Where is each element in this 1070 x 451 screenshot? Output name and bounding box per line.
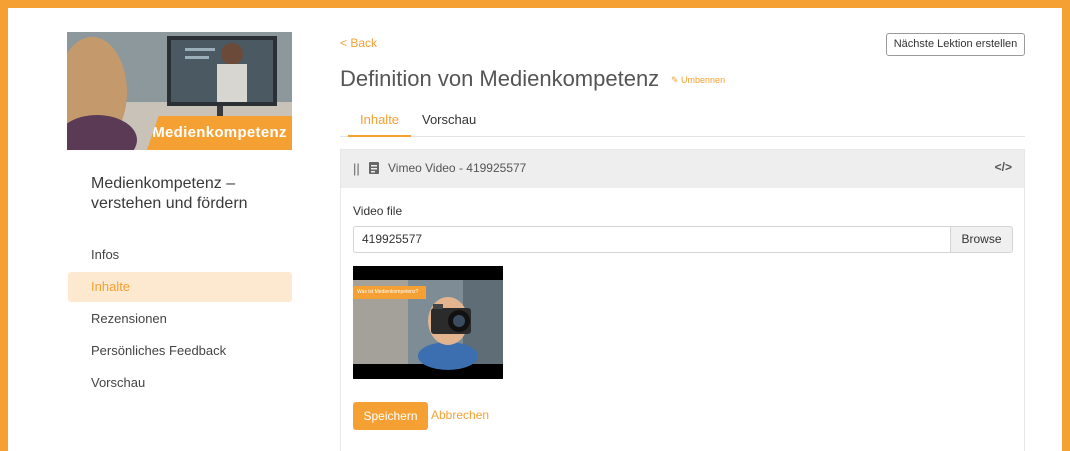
video-thumbnail-image xyxy=(353,266,503,379)
video-thumbnail: Was ist Medienkompetenz? xyxy=(353,266,503,379)
drag-handle-icon[interactable]: || xyxy=(353,161,360,176)
back-link[interactable]: < Back xyxy=(340,36,377,50)
block-title: Vimeo Video - 419925577 xyxy=(388,161,527,175)
sidebar-item-vorschau[interactable]: Vorschau xyxy=(68,368,292,398)
tab-bar: Inhalte Vorschau xyxy=(340,108,1025,137)
code-icon[interactable]: </> xyxy=(995,160,1012,174)
browse-button[interactable]: Browse xyxy=(950,226,1013,253)
sidebar-item-infos[interactable]: Infos xyxy=(68,240,292,270)
page: Medienkompetenz Medienkompetenz – verste… xyxy=(8,8,1062,451)
sidebar-item-feedback[interactable]: Persönliches Feedback xyxy=(68,336,292,366)
cancel-link[interactable]: Abbrechen xyxy=(431,408,489,422)
video-file-label: Video file xyxy=(353,204,403,218)
document-icon xyxy=(369,162,379,174)
tab-vorschau[interactable]: Vorschau xyxy=(410,108,488,137)
course-thumbnail-label: Medienkompetenz xyxy=(147,116,292,150)
block-header: || Vimeo Video - 419925577 </> xyxy=(341,150,1024,188)
sidebar-item-inhalte[interactable]: Inhalte xyxy=(68,272,292,302)
save-button[interactable]: Speichern xyxy=(353,402,428,430)
next-lesson-button[interactable]: Nächste Lektion erstellen xyxy=(886,33,1025,56)
video-thumbnail-caption: Was ist Medienkompetenz? xyxy=(353,286,427,299)
sidebar-nav: Infos Inhalte Rezensionen Persönliches F… xyxy=(68,240,292,400)
sidebar-item-rezensionen[interactable]: Rezensionen xyxy=(68,304,292,334)
rename-link[interactable]: ✎ Umbennen xyxy=(671,75,725,86)
content-block: || Vimeo Video - 419925577 </> Video fil… xyxy=(340,149,1025,451)
course-thumbnail: Medienkompetenz xyxy=(67,32,292,150)
tab-inhalte[interactable]: Inhalte xyxy=(348,108,412,137)
course-title: Medienkompetenz – verstehen und fördern xyxy=(91,175,248,212)
page-title: Definition von Medienkompetenz xyxy=(340,66,660,91)
video-file-input[interactable]: 419925577 xyxy=(353,226,951,253)
